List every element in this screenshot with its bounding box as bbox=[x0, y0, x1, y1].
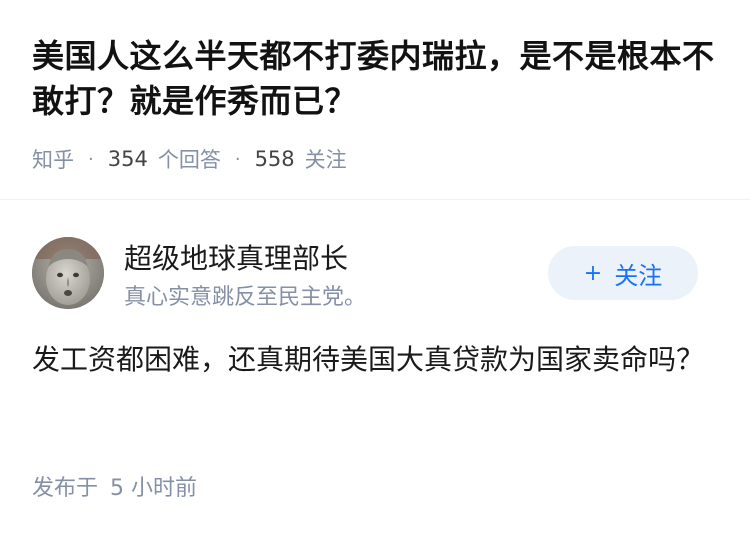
plus-icon: + bbox=[583, 260, 603, 286]
meta-separator: · bbox=[234, 148, 241, 170]
answer-footer: 发布于 5 小时前 bbox=[32, 470, 197, 502]
author-bio: 真心实意跳反至民主党。 bbox=[124, 285, 367, 310]
source-label[interactable]: 知乎 bbox=[32, 144, 74, 174]
avatar[interactable] bbox=[32, 237, 104, 309]
answer-count-label[interactable]: 个回答 bbox=[158, 144, 221, 174]
follower-count-label[interactable]: 关注 bbox=[305, 144, 347, 174]
published-prefix: 发布于 bbox=[32, 476, 99, 501]
follower-count: 558 bbox=[254, 147, 295, 171]
section-divider bbox=[0, 199, 750, 200]
answer-content[interactable]: 发工资都困难，还真期待美国大真贷款为国家卖命吗？ bbox=[32, 338, 722, 382]
follow-button[interactable]: + 关注 bbox=[548, 246, 698, 300]
question-title[interactable]: 美国人这么半天都不打委内瑞拉，是不是根本不敢打？就是作秀而已？ bbox=[32, 34, 722, 124]
follow-label: 关注 bbox=[614, 261, 663, 290]
question-header: 美国人这么半天都不打委内瑞拉，是不是根本不敢打？就是作秀而已？ 知乎 · 354… bbox=[32, 34, 722, 174]
question-meta: 知乎 · 354 个回答 · 558 关注 bbox=[32, 144, 722, 174]
author-card: 超级地球真理部长 真心实意跳反至民主党。 + 关注 bbox=[32, 233, 722, 313]
published-time: 5 小时前 bbox=[110, 476, 198, 501]
avatar-icon bbox=[32, 237, 104, 309]
answer-count: 354 bbox=[107, 147, 148, 171]
author-name[interactable]: 超级地球真理部长 bbox=[124, 237, 348, 277]
meta-separator: · bbox=[88, 148, 94, 170]
